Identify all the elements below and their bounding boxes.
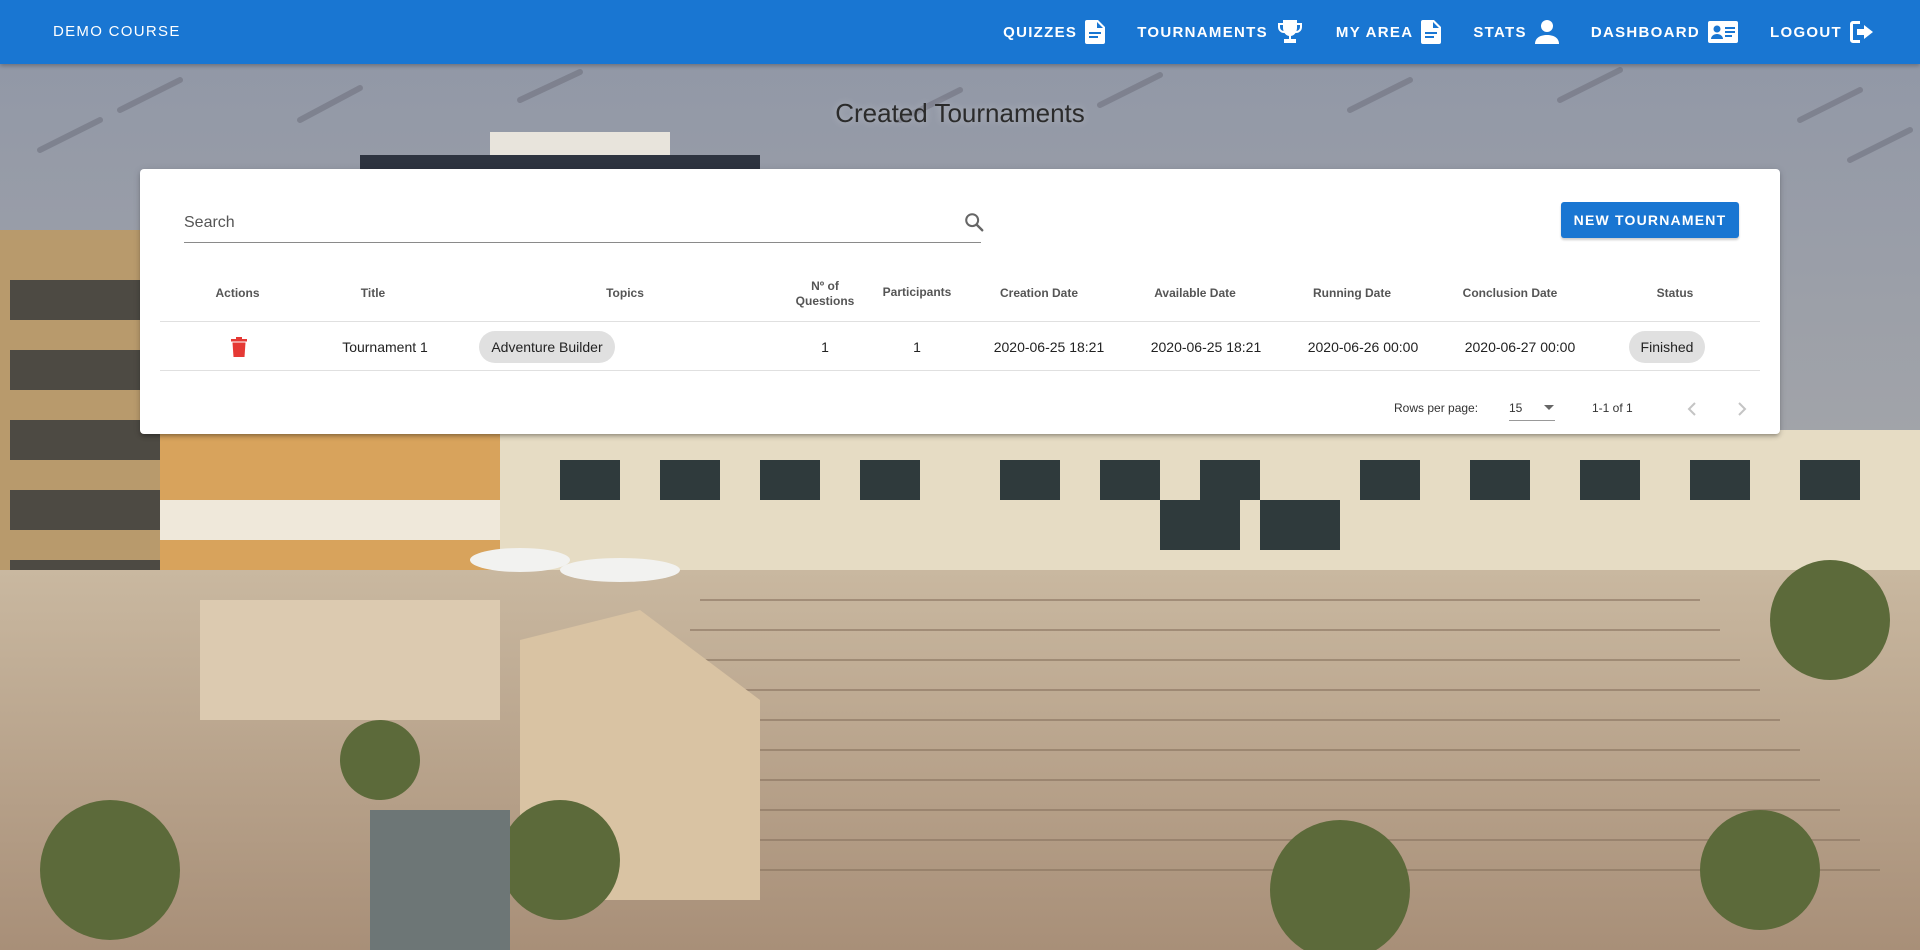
cell-title: Tournament 1 <box>342 338 428 355</box>
column-header-num-questions-line1: Nº of <box>811 278 839 293</box>
account-icon <box>1534 20 1559 44</box>
pagination-range: 1-1 of 1 <box>1592 401 1633 415</box>
logout-icon <box>1850 21 1873 43</box>
nav-item-quizzes[interactable]: QUIZZES <box>987 0 1121 64</box>
course-title[interactable]: DEMO COURSE <box>53 0 181 64</box>
actions-cell <box>160 322 318 371</box>
column-header-title[interactable]: Title <box>315 265 431 322</box>
table-row: Tournament 1 Adventure Builder 1 1 2020-… <box>160 322 1760 371</box>
cell-num-questions: 1 <box>821 338 829 355</box>
main-nav: QUIZZES TOURNAMENTS MY AREA STATS DASHBO… <box>987 0 1892 64</box>
column-header-running-date[interactable]: Running Date <box>1277 265 1427 322</box>
column-header-status[interactable]: Status <box>1600 265 1750 322</box>
nav-item-label: QUIZZES <box>1003 23 1078 41</box>
new-tournament-button[interactable]: NEW TOURNAMENT <box>1561 202 1739 238</box>
column-header-num-questions-line2: Questions <box>795 293 855 308</box>
id-card-icon <box>1708 21 1739 43</box>
file-document-icon <box>1085 20 1106 44</box>
trophy-icon <box>1277 20 1302 43</box>
cell-creation-date: 2020-06-25 18:21 <box>993 338 1105 355</box>
column-header-actions[interactable]: Actions <box>160 265 315 322</box>
rows-per-page-value: 15 <box>1509 401 1523 415</box>
nav-item-label: LOGOUT <box>1770 23 1842 41</box>
nav-item-dashboard[interactable]: DASHBOARD <box>1575 0 1754 64</box>
cell-participants: 1 <box>913 338 921 355</box>
file-document-icon <box>1421 20 1442 44</box>
tournaments-table: Actions Title Topics Nº of Questions Par… <box>160 265 1760 371</box>
search-icon[interactable] <box>963 211 985 233</box>
search-field[interactable] <box>184 199 984 243</box>
nav-item-label: MY AREA <box>1335 23 1414 41</box>
page-title: Created Tournaments <box>835 98 1085 128</box>
table-header-row: Actions Title Topics Nº of Questions Par… <box>160 265 1760 322</box>
cell-status: Finished <box>1600 322 1734 371</box>
column-header-participants[interactable]: Participants <box>870 265 964 322</box>
previous-page-icon[interactable] <box>1680 397 1704 421</box>
nav-item-tournaments[interactable]: TOURNAMENTS <box>1121 0 1320 64</box>
background-campus-photo <box>0 0 1920 950</box>
top-app-bar: DEMO COURSE QUIZZES TOURNAMENTS MY AREA … <box>0 0 1920 64</box>
topic-chip[interactable]: Adventure Builder <box>479 330 615 363</box>
tournaments-card: NEW TOURNAMENT Actions Title Topics Nº o… <box>140 169 1780 434</box>
column-header-num-questions[interactable]: Nº of Questions <box>780 265 870 322</box>
next-page-icon[interactable] <box>1730 397 1754 421</box>
rows-per-page-select[interactable]: 15 <box>1509 393 1555 421</box>
nav-item-label: STATS <box>1473 23 1527 41</box>
column-header-topics[interactable]: Topics <box>460 265 790 322</box>
column-header-creation-date[interactable]: Creation Date <box>964 265 1114 322</box>
cell-available-date: 2020-06-25 18:21 <box>1150 338 1262 355</box>
nav-item-logout[interactable]: LOGOUT <box>1754 0 1892 64</box>
chevron-down-icon <box>1544 405 1554 410</box>
cell-topics: Adventure Builder <box>469 322 625 371</box>
nav-item-my-area[interactable]: MY AREA <box>1320 0 1457 64</box>
delete-icon[interactable] <box>231 336 247 357</box>
search-input[interactable] <box>184 211 944 235</box>
cell-running-date: 2020-06-26 00:00 <box>1307 338 1419 355</box>
nav-item-label: TOURNAMENTS <box>1137 23 1268 41</box>
rows-per-page-label: Rows per page: <box>1394 401 1479 415</box>
column-header-available-date[interactable]: Available Date <box>1120 265 1270 322</box>
cell-conclusion-date: 2020-06-27 00:00 <box>1464 338 1576 355</box>
nav-item-stats[interactable]: STATS <box>1457 0 1574 64</box>
nav-item-label: DASHBOARD <box>1590 23 1701 41</box>
table-pagination: Rows per page: 15 1-1 of 1 <box>140 391 1780 427</box>
column-header-conclusion-date[interactable]: Conclusion Date <box>1435 265 1585 322</box>
status-badge: Finished <box>1628 330 1706 363</box>
